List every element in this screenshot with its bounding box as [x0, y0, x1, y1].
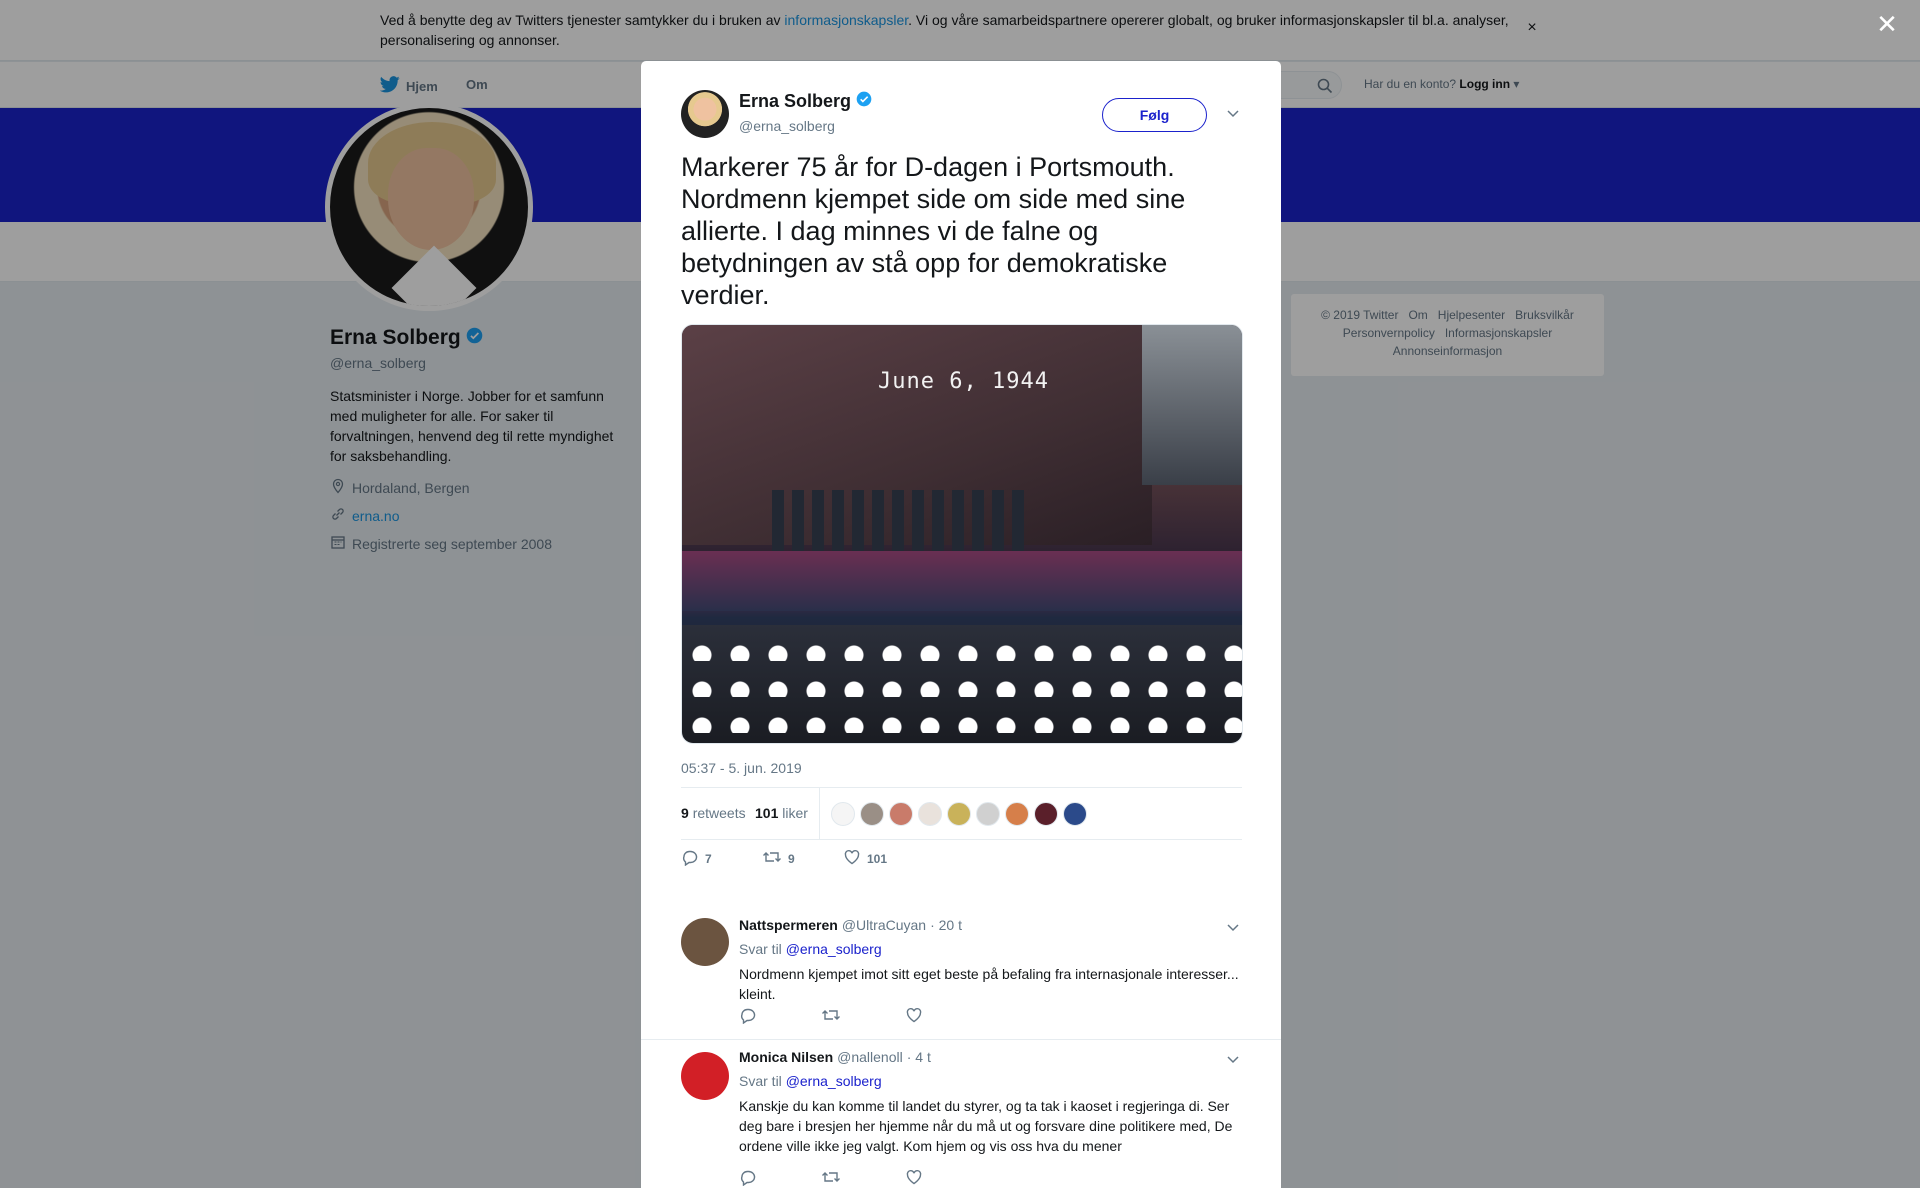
likes-stat[interactable]: 101 liker	[755, 805, 808, 821]
retweets-stat[interactable]: 9 retweets	[681, 805, 746, 821]
reply-action[interactable]: 7	[681, 848, 712, 869]
tweet-author-name-text: Erna Solberg	[739, 91, 852, 111]
retweet-icon[interactable]	[821, 1168, 841, 1188]
reply-to-link[interactable]: @erna_solberg	[786, 1073, 882, 1089]
liker-avatar[interactable]	[976, 802, 1000, 826]
reply-text: Nordmenn kjempet imot sitt eget beste på…	[739, 966, 1239, 1002]
tweet-author-handle[interactable]: @erna_solberg	[739, 118, 835, 134]
reply-icon[interactable]	[739, 1006, 757, 1029]
reply-icon	[681, 848, 699, 869]
reply-author-name[interactable]: Monica Nilsen	[739, 1049, 833, 1065]
reply-avatar[interactable]	[681, 918, 729, 966]
chevron-down-icon[interactable]	[1225, 105, 1241, 121]
tweet-text: Markerer 75 år for D-dagen i Portsmouth.…	[681, 152, 1186, 310]
tweet-modal: Erna Solberg @erna_solberg Følg Markerer…	[641, 61, 1281, 1188]
reply-to: Svar til @erna_solberg	[739, 1073, 882, 1089]
like-count: 101	[867, 851, 888, 866]
reply-count: 7	[705, 851, 712, 866]
liker-avatar[interactable]	[918, 802, 942, 826]
heart-icon[interactable]	[905, 1168, 923, 1188]
like-action[interactable]: 101	[843, 848, 887, 869]
stats-divider	[819, 788, 820, 840]
tweet-author-avatar[interactable]	[681, 90, 729, 138]
photo-crowd	[682, 625, 1242, 743]
likes-label: liker	[782, 805, 808, 821]
reply-to-label: Svar til	[739, 941, 782, 957]
heart-icon[interactable]	[905, 1006, 923, 1029]
reply-actions	[739, 1168, 923, 1188]
photo-screen-light	[1142, 325, 1242, 485]
retweet-action[interactable]: 9	[762, 848, 795, 869]
reply-tweet[interactable]: Monica Nilsen @nallenoll · 4 t Svar til …	[641, 1039, 1281, 1188]
tweet-author-name[interactable]: Erna Solberg	[739, 91, 872, 112]
liker-avatar[interactable]	[831, 802, 855, 826]
reply-to-label: Svar til	[739, 1073, 782, 1089]
retweet-icon[interactable]	[821, 1006, 841, 1029]
likes-count: 101	[755, 805, 779, 821]
follow-button[interactable]: Følg	[1102, 98, 1207, 132]
liker-avatar[interactable]	[860, 802, 884, 826]
reply-actions	[739, 1006, 923, 1029]
reply-time[interactable]: · 4 t	[907, 1049, 931, 1065]
liker-avatar[interactable]	[1063, 802, 1087, 826]
reply-header: Nattspermeren @UltraCuyan · 20 t	[739, 917, 962, 933]
reply-avatar[interactable]	[681, 1052, 729, 1100]
tweet-timestamp[interactable]: 05:37 - 5. jun. 2019	[681, 760, 802, 776]
retweet-count: 9	[788, 851, 795, 866]
liker-avatar[interactable]	[1034, 802, 1058, 826]
liker-avatar[interactable]	[889, 802, 913, 826]
reply-text: Kanskje du kan komme til landet du styre…	[739, 1098, 1233, 1154]
reply-author-handle[interactable]: @UltraCuyan	[842, 917, 926, 933]
reply-author-handle[interactable]: @nallenoll	[837, 1049, 903, 1065]
retweets-label: retweets	[692, 805, 746, 821]
liker-avatar[interactable]	[1005, 802, 1029, 826]
chevron-down-icon[interactable]	[1225, 1051, 1241, 1067]
reply-to: Svar til @erna_solberg	[739, 941, 882, 957]
liker-avatars	[831, 802, 1087, 826]
reply-header: Monica Nilsen @nallenoll · 4 t	[739, 1049, 931, 1065]
photo-veterans	[772, 490, 1032, 560]
heart-icon	[843, 848, 861, 869]
photo-stage	[682, 551, 1242, 611]
reply-to-link[interactable]: @erna_solberg	[786, 941, 882, 957]
reply-tweet[interactable]: Nattspermeren @UltraCuyan · 20 t Svar ti…	[641, 891, 1281, 1039]
retweet-icon	[762, 848, 782, 869]
chevron-down-icon[interactable]	[1225, 919, 1241, 935]
reply-time[interactable]: · 20 t	[930, 917, 962, 933]
reply-author-name[interactable]: Nattspermeren	[739, 917, 838, 933]
verified-badge-icon	[856, 91, 872, 112]
liker-avatar[interactable]	[947, 802, 971, 826]
tweet-photo[interactable]: June 6, 1944	[681, 324, 1243, 744]
photo-caption: June 6, 1944	[878, 369, 1049, 394]
tweet-stats: 9 retweets 101 liker	[681, 787, 1242, 840]
modal-close-button[interactable]: ✕	[1876, 11, 1898, 37]
reply-icon[interactable]	[739, 1168, 757, 1188]
retweets-count: 9	[681, 805, 689, 821]
tweet-actions: 7 9 101	[681, 848, 1242, 878]
